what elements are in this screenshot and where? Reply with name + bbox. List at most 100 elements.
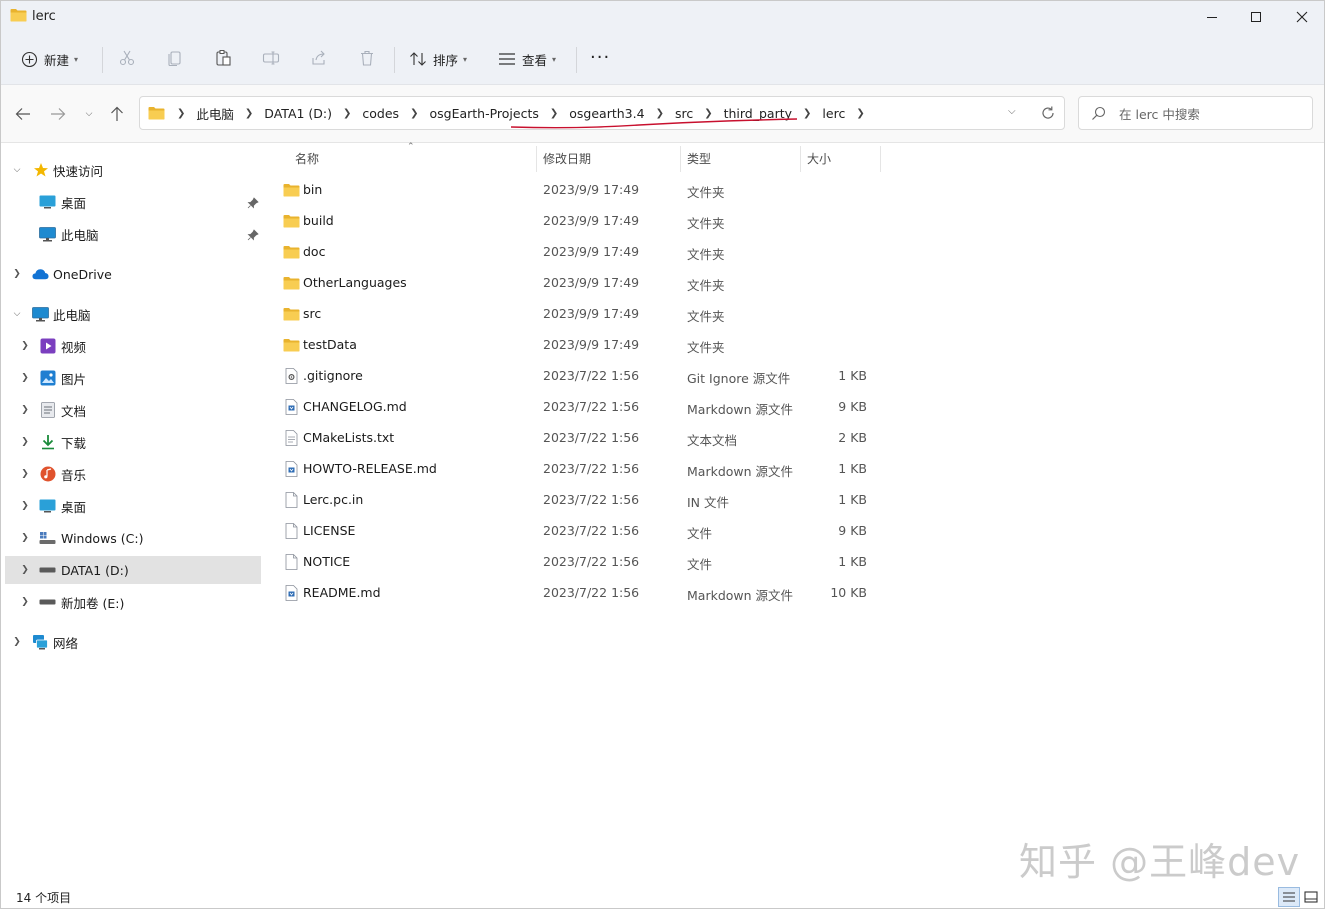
chevron-right-icon[interactable]: ❯ [245, 108, 253, 119]
details-view-button[interactable] [1278, 887, 1300, 907]
sidebar-item-windows-c[interactable]: ❯ Windows (C:) [5, 524, 261, 552]
file-date: 2023/7/22 1:56 [543, 492, 640, 507]
table-row[interactable]: testData 2023/9/9 17:49 文件夹 [277, 330, 877, 360]
table-row[interactable]: CMakeLists.txt 2023/7/22 1:56 文本文档 2 KB [277, 423, 877, 453]
new-button[interactable]: 新建 ▾ [21, 45, 78, 73]
address-dropdown-icon[interactable]: ⌵ [1008, 106, 1016, 117]
sidebar-item-downloads[interactable]: ❯ 下载 [5, 428, 261, 456]
sidebar-item-quick-access[interactable]: ⌵ 快速访问 [5, 156, 261, 184]
chevron-right-icon[interactable]: ❯ [19, 404, 31, 416]
chevron-right-icon[interactable]: ❯ [19, 372, 31, 384]
rename-button[interactable] [260, 47, 282, 69]
sidebar-item-network[interactable]: ❯ 网络 [5, 628, 261, 656]
table-row[interactable]: build 2023/9/9 17:49 文件夹 [277, 206, 877, 236]
view-button[interactable]: 查看 ▾ [498, 45, 556, 73]
table-row[interactable]: LICENSE 2023/7/22 1:56 文件 9 KB [277, 516, 877, 546]
chevron-right-icon[interactable]: ❯ [856, 108, 864, 119]
pin-icon[interactable] [247, 197, 259, 209]
view-lines-icon [499, 53, 515, 65]
chevron-right-icon[interactable]: ❯ [177, 108, 185, 119]
file-date: 2023/9/9 17:49 [543, 337, 640, 352]
paste-button[interactable] [212, 47, 234, 69]
file-size: 2 KB [838, 430, 867, 445]
up-button[interactable] [106, 103, 128, 125]
crumb-this-pc[interactable]: 此电脑 [196, 104, 234, 123]
column-header-type[interactable]: 类型 [687, 144, 711, 172]
column-header-name[interactable]: 名称 [295, 144, 319, 172]
file-name: README.md [303, 585, 381, 600]
chevron-right-icon[interactable]: ❯ [11, 268, 23, 280]
chevron-down-icon[interactable]: ⌵ [11, 164, 23, 176]
chevron-right-icon[interactable]: ❯ [410, 108, 418, 119]
maximize-button[interactable] [1233, 1, 1279, 33]
table-row[interactable]: NOTICE 2023/7/22 1:56 文件 1 KB [277, 547, 877, 577]
chevron-right-icon[interactable]: ❯ [19, 596, 31, 608]
copy-button[interactable] [164, 47, 186, 69]
chevron-right-icon[interactable]: ❯ [803, 108, 811, 119]
sidebar-item-new-volume-e[interactable]: ❯ 新加卷 (E:) [5, 588, 261, 616]
column-divider[interactable] [880, 146, 881, 172]
table-row[interactable]: README.md 2023/7/22 1:56 Markdown 源文件 10 KB [277, 578, 877, 608]
back-button[interactable] [12, 103, 34, 125]
share-button[interactable] [308, 47, 330, 69]
chevron-right-icon[interactable]: ❯ [19, 340, 31, 352]
table-row[interactable]: HOWTO-RELEASE.md 2023/7/22 1:56 Markdown 源… [277, 454, 877, 484]
minimize-button[interactable] [1189, 1, 1235, 33]
chevron-right-icon[interactable]: ❯ [19, 532, 31, 544]
chevron-right-icon[interactable]: ❯ [11, 636, 23, 648]
chevron-down-icon[interactable]: ⌵ [11, 308, 23, 320]
delete-button[interactable] [356, 47, 378, 69]
crumb-lerc[interactable]: lerc [822, 106, 845, 121]
column-header-size[interactable]: 大小 [807, 144, 831, 172]
chevron-right-icon[interactable]: ❯ [343, 108, 351, 119]
recent-locations-button[interactable]: ⌵ [78, 103, 100, 125]
explorer-window: lerc 新建 ▾ 排序 ▾ 查看 ▾ ··· ⌵ ❯ 此电脑 ❯ DATA1 … [0, 0, 1325, 909]
sidebar-item-this-pc-pinned[interactable]: 此电脑 [5, 220, 261, 248]
forward-button[interactable] [47, 103, 69, 125]
video-icon [39, 338, 56, 354]
navigation-pane: ⌵ 快速访问 桌面 此电脑 ❯ OneDrive ⌵ 此电脑 ❯ 视频 ❯ 图片… [1, 144, 263, 884]
column-divider[interactable] [800, 146, 801, 172]
file-icon [285, 492, 298, 508]
sidebar-item-pictures[interactable]: ❯ 图片 [5, 364, 261, 392]
chevron-right-icon[interactable]: ❯ [19, 468, 31, 480]
search-box[interactable] [1078, 96, 1313, 130]
sort-button[interactable]: 排序 ▾ [409, 45, 467, 73]
chevron-down-icon: ▾ [463, 54, 468, 64]
table-row[interactable]: .gitignore 2023/7/22 1:56 Git Ignore 源文件 1 … [277, 361, 877, 391]
table-row[interactable]: CHANGELOG.md 2023/7/22 1:56 Markdown 源文件 9 … [277, 392, 877, 422]
sidebar-item-this-pc[interactable]: ⌵ 此电脑 [5, 300, 261, 328]
file-name: CMakeLists.txt [303, 430, 395, 445]
pin-icon[interactable] [247, 229, 259, 241]
large-icons-view-button[interactable] [1300, 887, 1322, 907]
sidebar-item-desktop-pinned[interactable]: 桌面 [5, 188, 261, 216]
table-row[interactable]: doc 2023/9/9 17:49 文件夹 [277, 237, 877, 267]
sidebar-item-data1-d[interactable]: ❯ DATA1 (D:) [5, 556, 261, 584]
sidebar-item-videos[interactable]: ❯ 视频 [5, 332, 261, 360]
search-input[interactable] [1119, 104, 1304, 124]
crumb-codes[interactable]: codes [362, 106, 399, 121]
sidebar-item-desktop[interactable]: ❯ 桌面 [5, 492, 261, 520]
sidebar-item-documents[interactable]: ❯ 文档 [5, 396, 261, 424]
column-header-date[interactable]: 修改日期 [543, 144, 591, 172]
table-row[interactable]: bin 2023/9/9 17:49 文件夹 [277, 175, 877, 205]
chevron-right-icon[interactable]: ❯ [19, 500, 31, 512]
chevron-right-icon[interactable]: ❯ [19, 564, 31, 576]
table-row[interactable]: OtherLanguages 2023/9/9 17:49 文件夹 [277, 268, 877, 298]
sidebar-item-music[interactable]: ❯ 音乐 [5, 460, 261, 488]
column-divider[interactable] [536, 146, 537, 172]
status-bar: 14 个项目 [1, 884, 1324, 908]
cut-button[interactable] [116, 47, 138, 69]
close-button[interactable] [1279, 1, 1324, 33]
sidebar-item-onedrive[interactable]: ❯ OneDrive [5, 260, 261, 288]
file-name: .gitignore [303, 368, 363, 383]
refresh-icon[interactable] [1038, 103, 1058, 123]
sidebar-item-label: 文档 [61, 403, 87, 419]
crumb-data1[interactable]: DATA1 (D:) [264, 106, 332, 121]
table-row[interactable]: Lerc.pc.in 2023/7/22 1:56 IN 文件 1 KB [277, 485, 877, 515]
chevron-right-icon[interactable]: ❯ [19, 436, 31, 448]
column-divider[interactable] [680, 146, 681, 172]
sidebar-item-label: 图片 [61, 371, 87, 387]
table-row[interactable]: src 2023/9/9 17:49 文件夹 [277, 299, 877, 329]
more-options-button[interactable]: ··· [590, 43, 610, 71]
